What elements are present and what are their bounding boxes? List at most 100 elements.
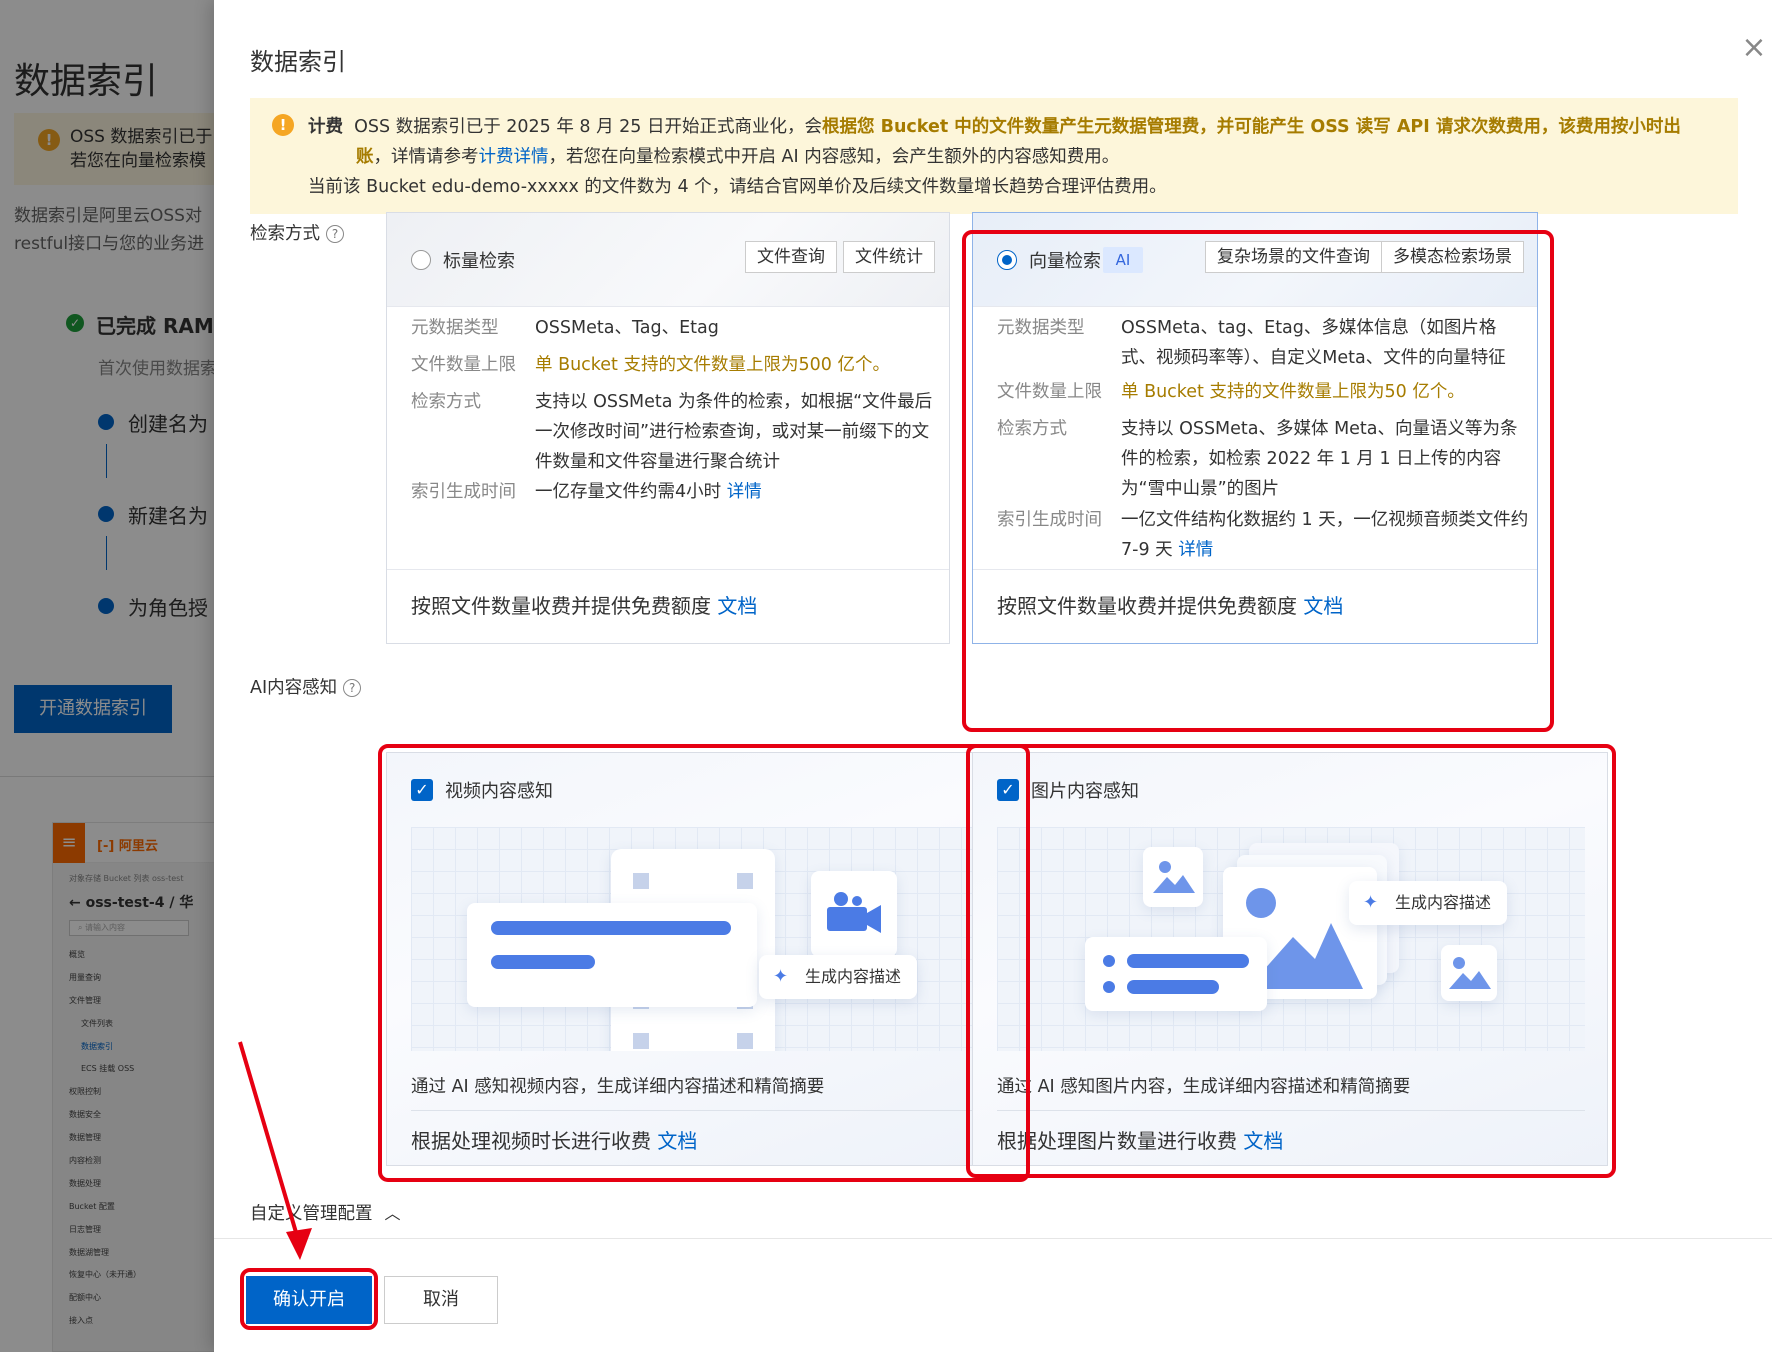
vector-card-footer: 按照文件数量收费并提供免费额度 文档 (973, 569, 1537, 643)
vector-mode-key: 检索方式 (997, 419, 1067, 439)
tag-multimodal-search: 多模态检索场景 (1381, 241, 1524, 273)
vector-time-value: 一亿文件结构化数据约 1 天，一亿视频音频类文件约 7-9 天 详情 (1121, 505, 1531, 565)
warning-icon: ! (272, 114, 294, 136)
video-awareness-checkbox[interactable]: ✓ (411, 779, 433, 801)
billing-alert-file-count: 当前该 Bucket edu-demo-xxxxx 的文件数为 4 个，请结合官… (308, 177, 1167, 197)
video-pricing-text: 根据处理视频时长进行收费 (411, 1129, 651, 1153)
sparkle-icon: ✦ (1363, 892, 1379, 913)
vector-search-title[interactable]: 向量检索 (1029, 247, 1101, 273)
vector-pricing-text: 按照文件数量收费并提供免费额度 (997, 594, 1297, 618)
picture-thumbnail-graphic (1143, 847, 1203, 907)
vector-details-link[interactable]: 详情 (1178, 540, 1213, 560)
image-awareness-checkbox[interactable]: ✓ (997, 779, 1019, 801)
tag-file-query: 文件查询 (745, 241, 837, 273)
picture-thumbnail-graphic (1441, 945, 1497, 1001)
custom-config-label[interactable]: 自定义管理配置 (250, 1204, 373, 1224)
billing-alert-highlight: 账 (356, 147, 374, 167)
data-index-drawer: 数据索引 × ! 计费 OSS 数据索引已于 2025 年 8 月 25 日开始… (214, 0, 1772, 1352)
video-illustration: ✦ 生成内容描述 (411, 827, 999, 1051)
vector-time-key: 索引生成时间 (997, 510, 1102, 530)
image-awareness-footer: 根据处理图片数量进行收费 文档 (997, 1125, 1283, 1154)
scalar-limit-key: 文件数量上限 (411, 355, 516, 375)
billing-alert-highlight: 根据您 Bucket 中的文件数量产生元数据管理费，并可能产生 OSS 读写 A… (822, 117, 1681, 137)
ai-content-label: AI内容感知? (250, 674, 362, 699)
scalar-mode-value: 支持以 OSSMeta 为条件的检索，如根据“文件最后一次修改时间”进行检索查询… (535, 392, 933, 472)
billing-alert-label: 计费 (308, 117, 343, 137)
footer-divider (214, 1238, 1772, 1239)
billing-alert-text: ，详情请参考 (373, 147, 479, 167)
custom-config-toggle[interactable]: 自定义管理配置 ︿ (250, 1200, 401, 1225)
tag-complex-query: 复杂场景的文件查询 (1205, 241, 1382, 273)
vector-meta-row: 元数据类型 OSSMeta、tag、Etag、多媒体信息（如图片格式、视频码率等… (997, 313, 1527, 373)
scalar-time-key: 索引生成时间 (411, 482, 516, 502)
scalar-limit-row: 文件数量上限 单 Bucket 支持的文件数量上限为500 亿个。 (411, 350, 931, 380)
vector-mode-value: 支持以 OSSMeta、多媒体 Meta、向量语义等为条件的检索，如检索 202… (1121, 419, 1518, 499)
image-doc-link[interactable]: 文档 (1243, 1129, 1283, 1153)
image-pricing-text: 根据处理图片数量进行收费 (997, 1129, 1237, 1153)
video-awareness-title[interactable]: 视频内容感知 (445, 777, 553, 803)
scalar-meta-row: 元数据类型 OSSMeta、Tag、Etag (411, 313, 931, 343)
vector-limit-value: 单 Bucket 支持的文件数量上限为50 亿个。 (1121, 382, 1465, 402)
video-doc-link[interactable]: 文档 (657, 1129, 697, 1153)
generate-description-bubble: ✦ 生成内容描述 (759, 955, 918, 999)
image-awareness-card[interactable]: ✓ 图片内容感知 ✦ 生成内容描述 通过 AI 感知图片内容，生成详细内容描述和… (972, 752, 1608, 1166)
text-summary-graphic (1085, 937, 1267, 1011)
video-awareness-card[interactable]: ✓ 视频内容感知 ✦ 生成内容描述 通过 AI 感知视频内容，生成详细内容描述和… (386, 752, 1022, 1166)
cancel-button[interactable]: 取消 (384, 1276, 498, 1324)
search-mode-label: 检索方式? (250, 220, 344, 245)
confirm-enable-button[interactable]: 确认开启 (246, 1276, 372, 1324)
generate-description-label: 生成内容描述 (805, 967, 902, 986)
image-illustration: ✦ 生成内容描述 (997, 827, 1585, 1051)
scalar-mode-row: 检索方式 支持以 OSSMeta 为条件的检索，如根据“文件最后一次修改时间”进… (411, 387, 932, 477)
scalar-doc-link[interactable]: 文档 (717, 594, 757, 618)
ai-content-label-text: AI内容感知 (250, 678, 338, 698)
scalar-limit-value: 单 Bucket 支持的文件数量上限为500 亿个。 (535, 355, 890, 375)
drawer-title: 数据索引 (250, 48, 346, 76)
text-summary-graphic (467, 903, 757, 1007)
help-icon[interactable]: ? (326, 225, 344, 243)
search-mode-label-text: 检索方式 (250, 224, 320, 244)
background-page: 数据索引 ! OSS 数据索引已于 若您在向量检索模 数据索引是阿里云OSS对 … (0, 0, 214, 1352)
generate-description-bubble: ✦ 生成内容描述 (1349, 881, 1508, 925)
vector-limit-row: 文件数量上限 单 Bucket 支持的文件数量上限为50 亿个。 (997, 377, 1527, 407)
scalar-search-title[interactable]: 标量检索 (443, 247, 515, 273)
scalar-search-card-header: 标量检索 文件查询 文件统计 (387, 213, 949, 307)
scalar-time-text: 一亿存量文件约需4小时 (535, 482, 722, 502)
vector-meta-value: OSSMeta、tag、Etag、多媒体信息（如图片格式、视频码率等）、自定义M… (1121, 318, 1506, 368)
scalar-time-row: 索引生成时间 一亿存量文件约需4小时 详情 (411, 477, 931, 507)
vector-search-card[interactable]: 向量检索 AI 复杂场景的文件查询 多模态检索场景 元数据类型 OSSMeta、… (972, 212, 1538, 644)
vector-search-card-header: 向量检索 AI 复杂场景的文件查询 多模态检索场景 (973, 213, 1537, 307)
vector-doc-link[interactable]: 文档 (1303, 594, 1343, 618)
scalar-search-card[interactable]: 标量检索 文件查询 文件统计 元数据类型 OSSMeta、Tag、Etag 文件… (386, 212, 950, 644)
vector-time-row: 索引生成时间 一亿文件结构化数据约 1 天，一亿视频音频类文件约 7-9 天 详… (997, 505, 1528, 565)
vector-meta-key: 元数据类型 (997, 318, 1085, 338)
chevron-up-icon[interactable]: ︿ (385, 1200, 401, 1224)
divider (997, 1110, 1585, 1111)
sparkle-icon: ✦ (773, 966, 789, 987)
close-icon[interactable]: × (1736, 30, 1772, 66)
billing-details-link[interactable]: 计费详情 (479, 147, 549, 167)
divider (411, 1110, 999, 1111)
help-icon[interactable]: ? (343, 679, 362, 697)
vector-mode-row: 检索方式 支持以 OSSMeta、多媒体 Meta、向量语义等为条件的检索，如检… (997, 414, 1527, 504)
billing-alert-text: ，若您在向量检索模式中开启 AI 内容感知，会产生额外的内容感知费用。 (548, 147, 1120, 167)
video-camera-icon (827, 892, 881, 933)
billing-alert-text: OSS 数据索引已于 2025 年 8 月 25 日开始正式商业化，会 (354, 117, 823, 137)
overlay-mask[interactable] (0, 0, 214, 1352)
video-camera-graphic (811, 871, 897, 957)
scalar-meta-key: 元数据类型 (411, 318, 499, 338)
scalar-pricing-text: 按照文件数量收费并提供免费额度 (411, 594, 711, 618)
image-awareness-description: 通过 AI 感知图片内容，生成详细内容描述和精简摘要 (997, 1077, 1411, 1097)
image-awareness-title[interactable]: 图片内容感知 (1031, 777, 1139, 803)
ai-badge: AI (1103, 247, 1143, 273)
scalar-details-link[interactable]: 详情 (727, 482, 762, 502)
scalar-search-radio[interactable] (411, 250, 431, 270)
video-awareness-footer: 根据处理视频时长进行收费 文档 (411, 1125, 697, 1154)
scalar-mode-key: 检索方式 (411, 392, 481, 412)
vector-search-radio[interactable] (997, 250, 1017, 270)
picture-icon (1153, 861, 1195, 893)
billing-alert: ! 计费 OSS 数据索引已于 2025 年 8 月 25 日开始正式商业化，会… (250, 98, 1738, 214)
video-awareness-description: 通过 AI 感知视频内容，生成详细内容描述和精简摘要 (411, 1077, 825, 1097)
scalar-card-footer: 按照文件数量收费并提供免费额度 文档 (387, 569, 949, 643)
picture-icon (1449, 957, 1491, 989)
